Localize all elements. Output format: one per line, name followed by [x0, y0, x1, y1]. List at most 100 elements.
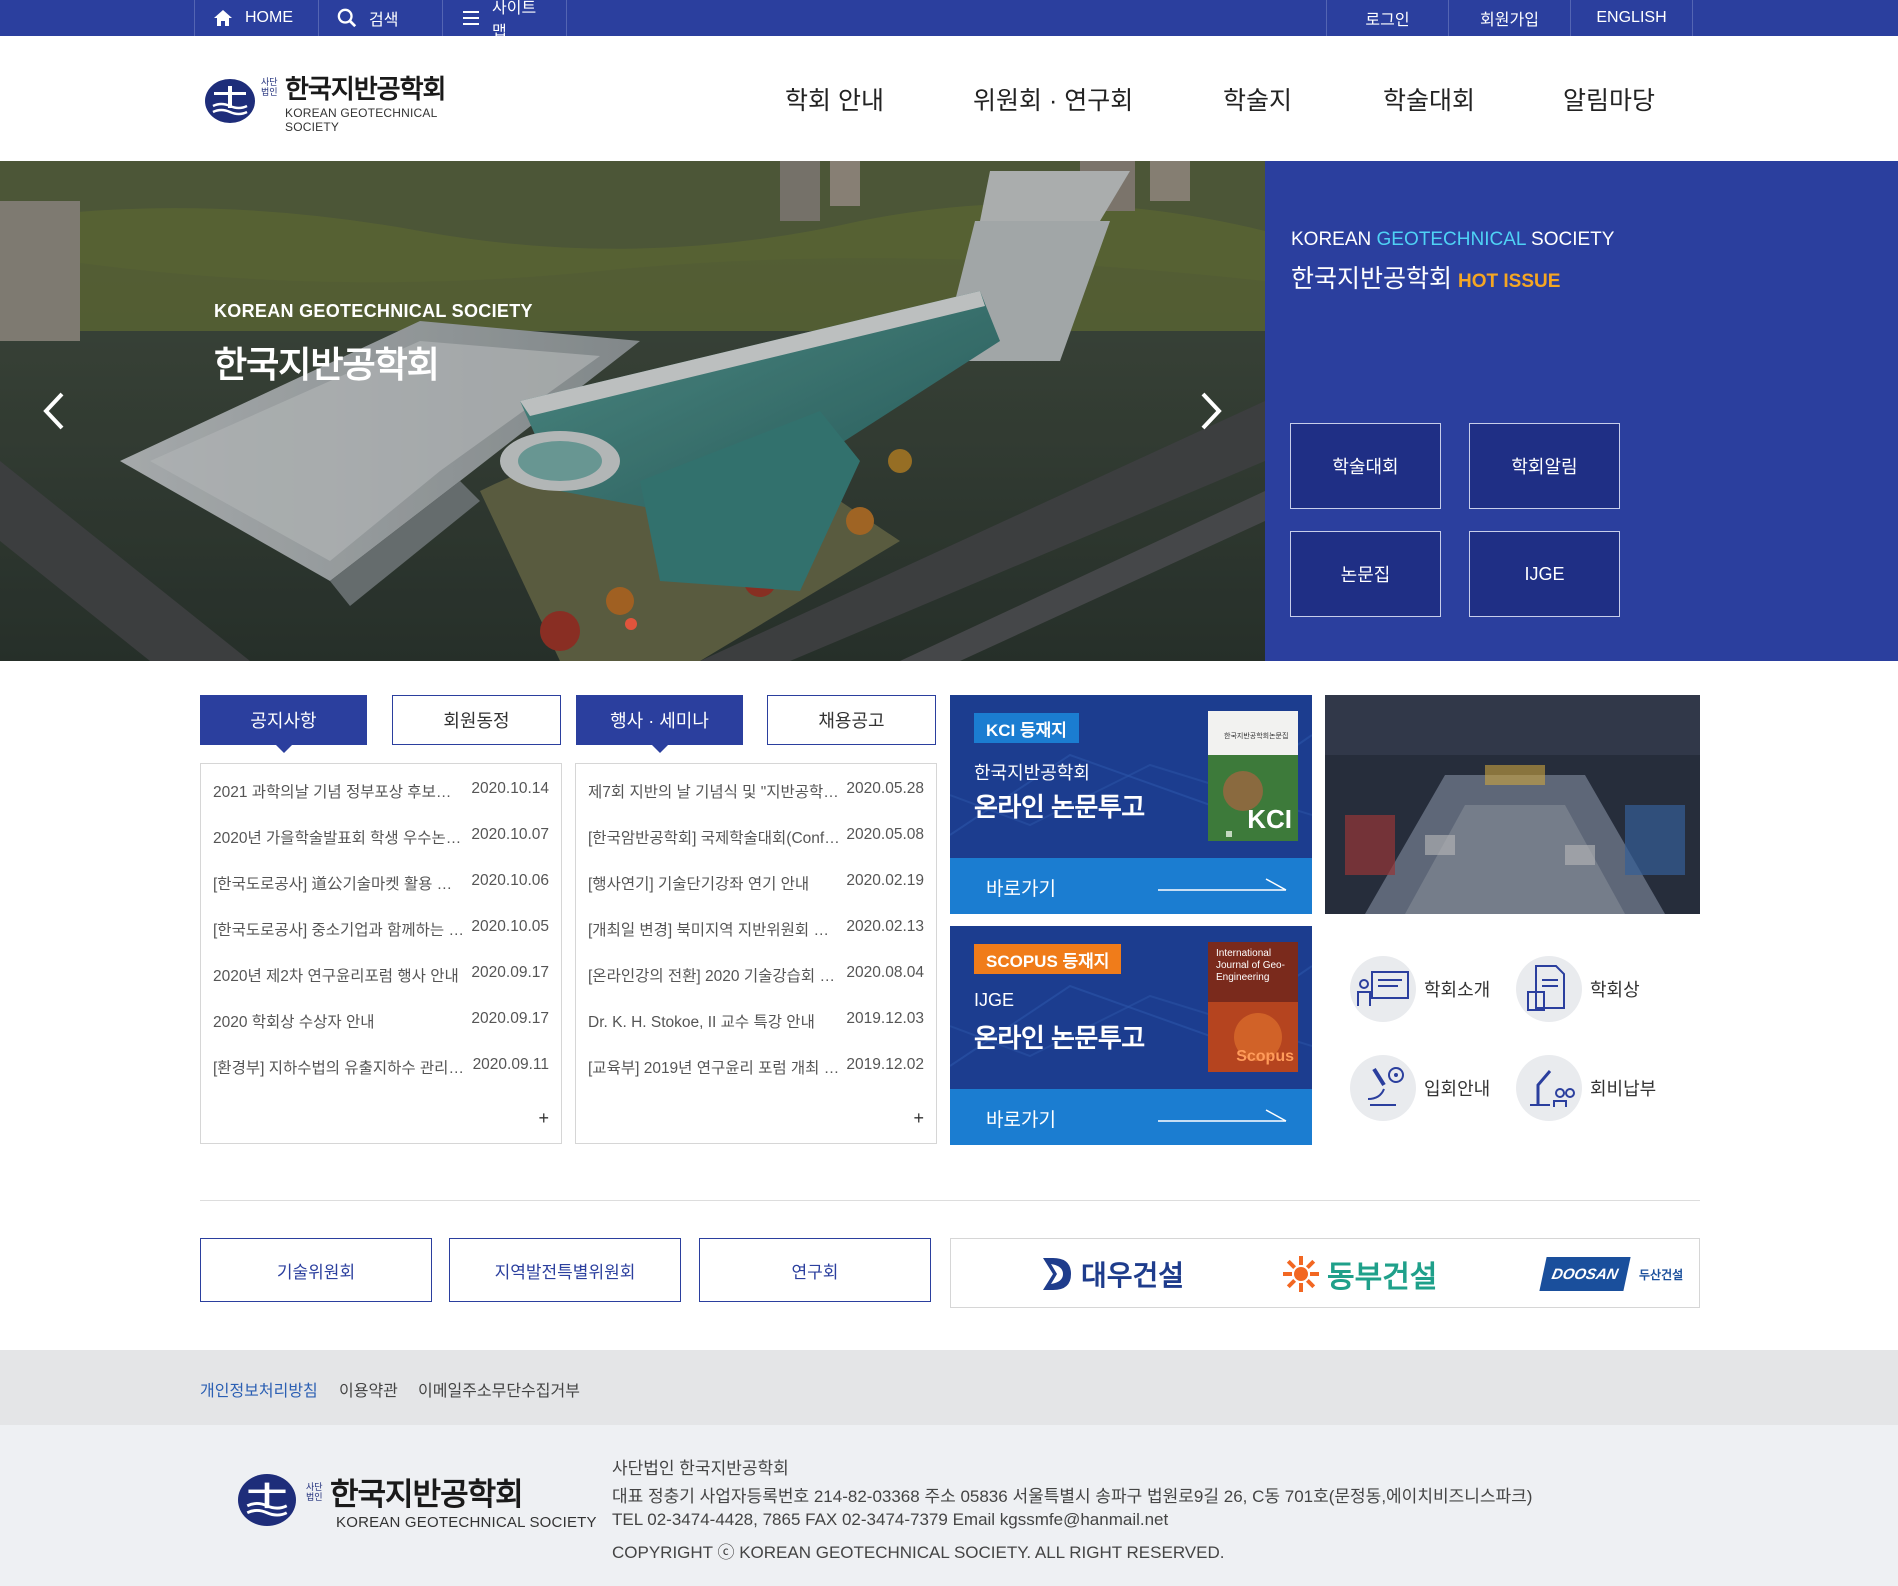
join-link[interactable]: 회원가입 — [1449, 0, 1571, 36]
notice-post-row[interactable]: [한국도로공사] 중소기업과 함께하는 기술공모 2020.10.05 — [213, 918, 549, 940]
events-post-date: 2020.05.28 — [846, 780, 924, 797]
site-logo[interactable]: 사단 법인 한국지반공학회 KOREAN GEOTECHNICAL SOCIET… — [205, 74, 475, 134]
english-link[interactable]: ENGLISH — [1571, 0, 1693, 36]
events-post-row[interactable]: Dr. K. H. Stokoe, II 교수 특강 안내 2019.12.03 — [588, 1010, 924, 1032]
home-link[interactable]: HOME — [195, 0, 319, 36]
issue-korean-title: 한국지반공학회 HOT ISSUE — [1291, 265, 1561, 293]
issue-ijge-button[interactable]: IJGE — [1469, 531, 1620, 617]
dongbu-logo-icon — [1283, 1256, 1319, 1292]
events-post-row[interactable]: [개최일 변경] 북미지역 지반위원회 행사 2020.02.13 — [588, 918, 924, 940]
notice-post-date: 2020.09.11 — [472, 1056, 549, 1073]
search-label: 검색 — [369, 12, 399, 29]
technical-committee-button[interactable]: 기술위원회 — [200, 1238, 432, 1302]
notice-post-row[interactable]: [환경부] 지하수법의 유출지하수 관리 개정 2020.09.11 — [213, 1056, 549, 1078]
sponsor-doosan-name: 두산건설 — [1639, 1267, 1684, 1282]
nav-notice[interactable]: 알림마당 — [1563, 81, 1655, 117]
notice-post-row[interactable]: [한국도로공사] 道公기술마켓 활용 기술공모 2020.10.06 — [213, 872, 549, 894]
footer-contact: TEL 02-3474-4428, 7865 FAX 02-3474-7379 … — [612, 1510, 1169, 1529]
ijge-journal-cover: International Journal of Geo-Engineering… — [1208, 942, 1298, 1072]
notice-post-row[interactable]: 2020 학회상 수상자 안내 2020.09.17 — [213, 1010, 549, 1032]
home-label: HOME — [245, 9, 293, 26]
events-post-date: 2019.12.02 — [846, 1056, 924, 1073]
privacy-policy-link[interactable]: 개인정보처리방침 — [200, 1377, 318, 1401]
notice-post-row[interactable]: 2021 과학의날 기념 정부포상 후보자 추천 2020.10.14 — [213, 780, 549, 802]
events-post-row[interactable]: [행사연기] 기술단기강좌 연기 안내 2020.02.19 — [588, 872, 924, 894]
footer-logo-korean: 한국지반공학회 — [330, 1477, 524, 1512]
nav-journal[interactable]: 학술지 — [1223, 81, 1292, 117]
kci-go-label: 바로가기 — [986, 879, 1056, 900]
footer-logo-emblem-icon — [238, 1474, 296, 1526]
events-post-date: 2020.02.19 — [846, 872, 924, 889]
events-more-button[interactable]: + — [913, 1108, 924, 1129]
sponsor-daewoo[interactable]: 대우건설 — [1039, 1251, 1184, 1297]
notice-post-date: 2020.09.17 — [471, 964, 549, 981]
notice-post-title: [환경부] 지하수법의 유출지하수 관리 개정 — [213, 1060, 465, 1077]
kci-go-button[interactable]: 바로가기 — [950, 858, 1312, 914]
arrow-right-icon — [1158, 878, 1287, 891]
sitemap-link[interactable]: 사이트맵 — [443, 0, 567, 41]
search-link[interactable]: 검색 — [319, 0, 443, 36]
issue-conference-button[interactable]: 학술대회 — [1290, 423, 1441, 509]
notice-more-button[interactable]: + — [538, 1108, 549, 1129]
scopus-go-button[interactable]: 바로가기 — [950, 1089, 1312, 1145]
quick-membership[interactable]: 입회안내 — [1350, 1055, 1490, 1121]
quick-award[interactable]: 학회상 — [1516, 956, 1640, 1022]
logo-korean: 한국지반공학회 — [285, 73, 446, 104]
notice-post-date: 2020.10.07 — [471, 826, 549, 843]
chevron-left-icon — [43, 392, 64, 430]
notice-post-row[interactable]: 2020년 가을학술발표회 학생 우수논문상 2020.10.07 — [213, 826, 549, 848]
nav-conference[interactable]: 학술대회 — [1383, 81, 1475, 117]
tab-notice[interactable]: 공지사항 — [200, 695, 367, 753]
login-link[interactable]: 로그인 — [1327, 0, 1449, 36]
microscope-gear-icon — [1350, 1055, 1416, 1121]
notice-post-date: 2020.10.05 — [471, 918, 549, 935]
hero-caption-english: KOREAN GEOTECHNICAL SOCIETY — [214, 301, 533, 321]
sponsor-dongbu[interactable]: 동부건설 — [1281, 1251, 1437, 1297]
section-divider — [200, 1200, 1700, 1201]
sponsor-dongbu-name: 동부건설 — [1327, 1261, 1438, 1294]
footer-logo-english: KOREAN GEOTECHNICAL SOCIETY — [336, 1514, 597, 1531]
tab-jobs[interactable]: 채용공고 — [767, 695, 936, 745]
events-post-row[interactable]: [교육부] 2019년 연구윤리 포럼 개최 안내 2019.12.02 — [588, 1056, 924, 1078]
quick-fees[interactable]: 회비납부 — [1516, 1055, 1656, 1121]
events-post-row[interactable]: [온라인강의 전환] 2020 기술강습회 안내 2020.08.04 — [588, 964, 924, 986]
slider-prev-button[interactable] — [40, 386, 70, 436]
tab-events[interactable]: 행사 · 세미나 — [576, 695, 743, 753]
kci-cover-title: 한국지반공학회논문집 — [1224, 733, 1289, 740]
issue-papers-button[interactable]: 논문집 — [1290, 531, 1441, 617]
nav-committee[interactable]: 위원회 · 연구회 — [973, 81, 1133, 117]
scopus-badge: SCOPUS 등재지 — [974, 944, 1122, 974]
research-group-button[interactable]: 연구회 — [699, 1238, 931, 1302]
notice-post-row[interactable]: 2020년 제2차 연구윤리포럼 행사 안내 2020.09.17 — [213, 964, 549, 986]
site-footer: 사단 법인 한국지반공학회 KOREAN GEOTECHNICAL SOCIET… — [0, 1425, 1898, 1586]
issue-notice-button[interactable]: 학회알림 — [1469, 423, 1620, 509]
scopus-journal-card: SCOPUS 등재지 IJGE 온라인 논문투고 International J… — [950, 926, 1312, 1145]
notice-post-title: [한국도로공사] 道公기술마켓 활용 기술공모 — [213, 876, 465, 893]
events-post-title: [교육부] 2019년 연구윤리 포럼 개최 안내 — [588, 1060, 840, 1077]
arrow-right-icon — [1158, 1109, 1287, 1122]
slider-next-button[interactable] — [1195, 386, 1225, 436]
sponsor-doosan[interactable]: DOOSAN 두산건설 — [1539, 1251, 1684, 1297]
lab-people-icon — [1516, 1055, 1582, 1121]
events-post-date: 2020.08.04 — [846, 964, 924, 981]
events-post-title: Dr. K. H. Stokoe, II 교수 특강 안내 — [588, 1014, 815, 1031]
events-post-row[interactable]: [한국암반공학회] 국제학술대회(Conference) 2020.05.08 — [588, 826, 924, 848]
footer-logo: 사단 법인 한국지반공학회 KOREAN GEOTECHNICAL SOCIET… — [238, 1469, 597, 1531]
tab-member-news[interactable]: 회원동정 — [392, 695, 561, 745]
kci-title: 온라인 논문투고 — [974, 792, 1145, 822]
footer-address: 대표 정충기 사업자등록번호 214-82-03368 주소 05836 서울특… — [612, 1487, 1533, 1506]
regional-committee-button[interactable]: 지역발전특별위원회 — [449, 1238, 681, 1302]
events-post-title: [한국암반공학회] 국제학술대회(Conference) — [588, 830, 840, 847]
email-refusal-link[interactable]: 이메일주소무단수집거부 — [418, 1377, 580, 1401]
slider-dot[interactable] — [625, 618, 637, 630]
sponsor-strip: 대우건설 동부건설 DOOSAN 두산건설 — [950, 1238, 1700, 1308]
quick-about[interactable]: 학회소개 — [1350, 956, 1490, 1022]
search-icon — [337, 8, 357, 28]
presentation-icon — [1350, 956, 1416, 1022]
hot-issue-label: HOT ISSUE — [1458, 271, 1561, 292]
doosan-logo-icon: DOOSAN — [1539, 1257, 1631, 1291]
events-post-row[interactable]: 제7회 지반의 날 기념식 및 "지반공학 세미나" 2020.05.28 — [588, 780, 924, 802]
hero-caption-korean: 한국지반공학회 — [214, 344, 440, 385]
nav-about[interactable]: 학회 안내 — [785, 81, 884, 117]
terms-link[interactable]: 이용약관 — [339, 1377, 398, 1401]
